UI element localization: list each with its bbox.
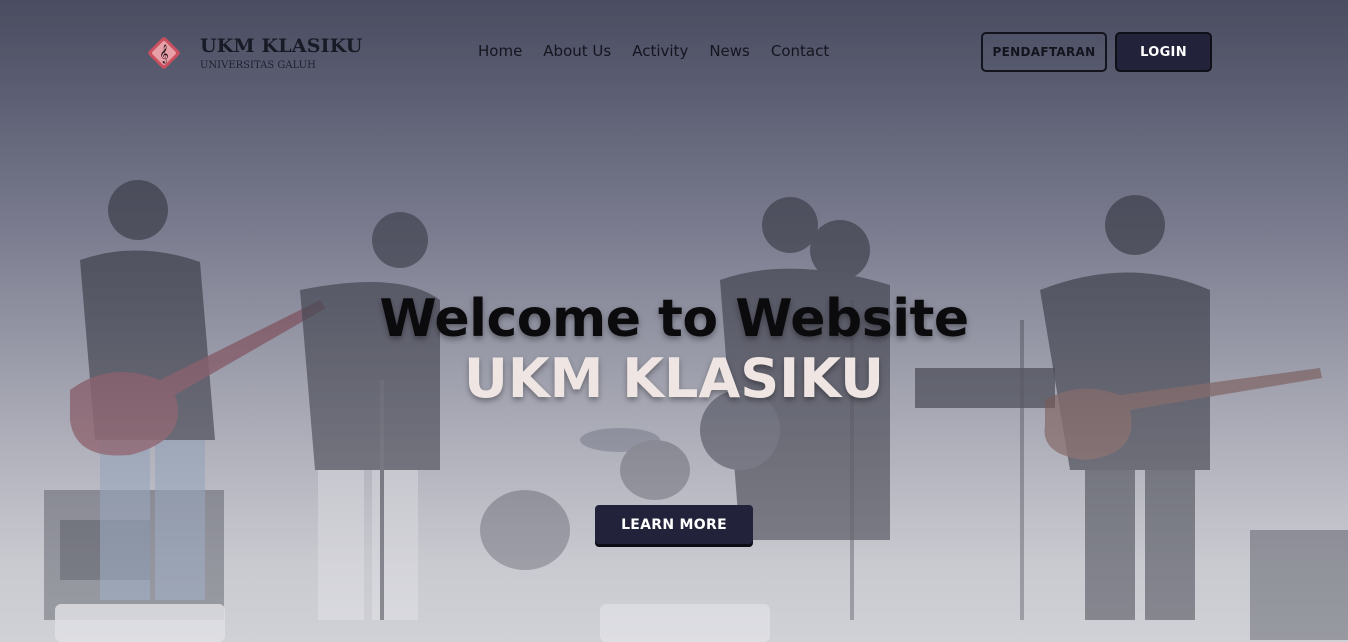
brand-title: UKM KLASIKU: [200, 34, 363, 57]
brand-subtitle: UNIVERSITAS GALUH: [200, 59, 316, 71]
login-button[interactable]: LOGIN: [1115, 32, 1212, 72]
hero-section: 𝄞 UKM KLASIKU UNIVERSITAS GALUH Home Abo…: [0, 0, 1348, 642]
site-header: 𝄞 UKM KLASIKU UNIVERSITAS GALUH Home Abo…: [0, 0, 1348, 100]
hero-subtitle: UKM KLASIKU: [463, 347, 884, 410]
main-nav: Home About Us Activity News Contact: [478, 40, 829, 62]
nav-about-us[interactable]: About Us: [543, 40, 611, 62]
nav-home[interactable]: Home: [478, 40, 522, 62]
nav-contact[interactable]: Contact: [771, 40, 829, 62]
brand[interactable]: 𝄞 UKM KLASIKU UNIVERSITAS GALUH: [146, 33, 363, 73]
nav-news[interactable]: News: [709, 40, 750, 62]
svg-text:𝄞: 𝄞: [159, 44, 168, 64]
nav-activity[interactable]: Activity: [632, 40, 688, 62]
learn-more-button[interactable]: LEARN MORE: [595, 505, 753, 544]
music-clef-logo-icon: 𝄞: [146, 35, 182, 71]
register-button[interactable]: PENDAFTARAN: [981, 32, 1107, 72]
